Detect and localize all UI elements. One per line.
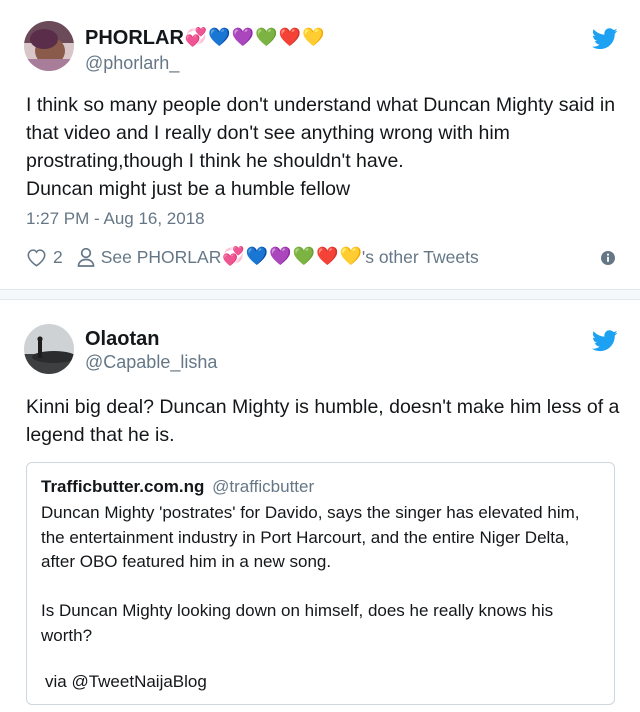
like-count: 2	[53, 246, 63, 267]
twitter-bird-icon[interactable]	[592, 28, 618, 50]
quoted-paragraph: Is Duncan Mighty looking down on himself…	[41, 601, 554, 645]
heart-icon[interactable]	[26, 248, 47, 267]
timestamp[interactable]: 1:27 PM - Aug 16, 2018	[26, 209, 205, 229]
emoji-yellow-heart: 💛	[302, 27, 325, 47]
emoji-red-heart: ❤️	[278, 27, 301, 47]
display-name[interactable]: PHORLAR💞💙💜💚❤️💛	[85, 27, 324, 50]
tweet-text-line: Duncan might just be a humble fellow	[26, 178, 351, 200]
quoted-display-name[interactable]: Trafficbutter.com.ng	[41, 477, 204, 496]
emoji-green-heart: 💚	[255, 27, 278, 47]
quoted-tweet[interactable]: Trafficbutter.com.ng @trafficbutter Dunc…	[26, 462, 615, 705]
emoji-blue-heart: 💙	[208, 27, 231, 47]
user-handle[interactable]: @phorlarh_	[85, 53, 179, 74]
emoji-hearts: 💞	[222, 245, 245, 266]
tweet-text: I think so many people don't understand …	[26, 91, 626, 203]
quoted-paragraph: Duncan Mighty 'postrates' for Davido, sa…	[41, 503, 580, 571]
avatar[interactable]	[24, 324, 74, 374]
emoji-green-heart: 💚	[292, 245, 316, 266]
tweet-actions: 2 See PHORLAR💞💙💜💚❤️💛's other Tweets	[26, 244, 479, 270]
quoted-user-handle[interactable]: @trafficbutter	[212, 477, 314, 496]
avatar[interactable]	[24, 21, 74, 71]
emoji-red-heart: ❤️	[316, 245, 339, 266]
tweet-separator	[0, 290, 640, 300]
tweet-text: Kinni big deal? Duncan Mighty is humble,…	[26, 396, 620, 446]
quoted-via-text[interactable]: via @TweetNaijaBlog	[45, 672, 614, 692]
emoji-purple-heart: 💜	[231, 27, 255, 47]
emoji-purple-heart: 💜	[269, 245, 292, 266]
tweet-card: Olaotan @Capable_lisha Kinni big deal? D…	[0, 300, 640, 712]
tweet-card: PHORLAR💞💙💜💚❤️💛 @phorlarh_ I think so man…	[0, 0, 640, 290]
quoted-tweet-header: Trafficbutter.com.ng @trafficbutter	[41, 477, 614, 497]
quoted-tweet-text: Duncan Mighty 'postrates' for Davido, sa…	[41, 501, 606, 648]
display-name[interactable]: Olaotan	[85, 328, 159, 351]
person-icon[interactable]	[77, 247, 95, 267]
user-handle[interactable]: @Capable_lisha	[85, 352, 217, 373]
tweet-text-line: I think so many people don't understand …	[26, 94, 616, 172]
see-other-tweets-link[interactable]: See PHORLAR💞💙💜💚❤️💛's other Tweets	[101, 247, 479, 268]
info-icon[interactable]	[600, 250, 616, 266]
twitter-bird-icon[interactable]	[592, 330, 618, 352]
emoji-hearts: 💞	[184, 27, 208, 47]
emoji-yellow-heart: 💛	[339, 245, 362, 266]
emoji-blue-heart: 💙	[245, 245, 269, 266]
